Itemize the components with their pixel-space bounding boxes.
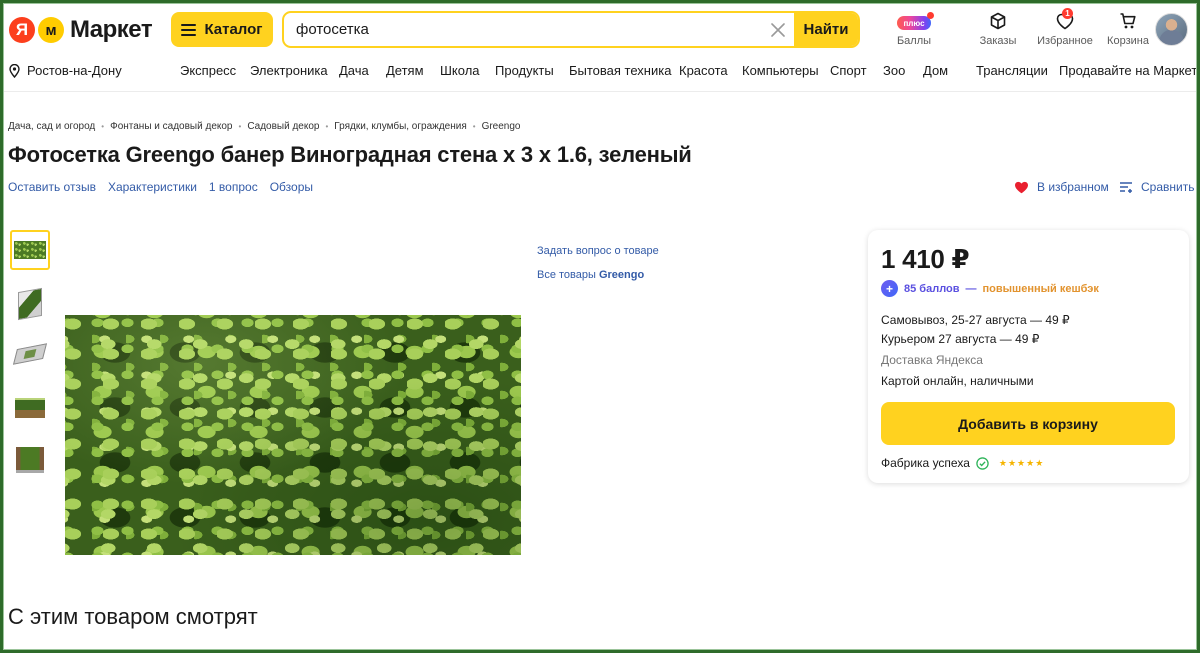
reviews-link[interactable]: Обзоры (270, 180, 313, 194)
pickup-option: Самовывоз, 25-27 августа — 49 ₽ (881, 313, 1070, 327)
nav-item[interactable]: Компьютеры (742, 63, 819, 78)
cashback-points: 85 баллов (904, 282, 960, 295)
ask-question-link[interactable]: Задать вопрос о товаре (537, 239, 659, 263)
delivery-service: Доставка Яндекса (881, 353, 983, 367)
compare-icon (1120, 182, 1132, 193)
logo[interactable]: Я м Маркет (9, 16, 153, 44)
nav-item[interactable]: Дом (923, 63, 948, 78)
breadcrumb-separator: • (472, 122, 476, 131)
breadcrumb-separator: • (325, 122, 329, 131)
questions-link[interactable]: 1 вопрос (209, 180, 258, 194)
nav-item[interactable]: Спорт (830, 63, 867, 78)
nav-item[interactable]: Зоо (883, 63, 905, 78)
favorites-count-badge: 1 (1062, 8, 1073, 19)
gallery-thumbnail-2[interactable] (10, 284, 50, 324)
nav-item[interactable]: Школа (440, 63, 480, 78)
seller-name: Фабрика успеха (881, 456, 970, 470)
cashback-label: повышенный кешбэк (982, 282, 1099, 295)
heart-filled-icon (1015, 181, 1028, 193)
favorite-toggle[interactable]: В избранном (1014, 180, 1109, 194)
nav-item[interactable]: Продукты (495, 63, 554, 78)
nav-item[interactable]: Красота (679, 63, 728, 78)
compare-label: Сравнить (1141, 180, 1195, 194)
buy-box: 1 410 ₽ + 85 баллов — повышенный кешбэк … (868, 230, 1189, 483)
location-label: Ростов-на-Дону (27, 63, 122, 78)
breadcrumb-item[interactable]: Greengo (482, 121, 521, 132)
menu-icon (181, 23, 197, 36)
payment-methods: Картой онлайн, наличными (881, 374, 1034, 388)
search-button[interactable]: Найти (794, 13, 858, 46)
breadcrumb-item[interactable]: Дача, сад и огород (8, 121, 95, 132)
breadcrumb-separator: • (101, 122, 105, 131)
plus-cashback-icon: + (881, 280, 898, 297)
product-main-photo[interactable] (65, 315, 521, 555)
favorites-label: Избранное (1037, 35, 1093, 47)
clear-search-icon[interactable] (762, 13, 794, 46)
catalog-label: Каталог (204, 21, 263, 38)
points-link[interactable]: плюс Баллы (888, 10, 940, 50)
breadcrumb: Дача, сад и огород • Фонтаны и садовый д… (8, 121, 521, 132)
add-to-cart-button[interactable]: Добавить в корзину (881, 402, 1175, 445)
seller-info[interactable]: Фабрика успеха ★ ★ ★ ★ ★ (881, 456, 1043, 470)
cart-link[interactable]: Корзина (1102, 10, 1154, 50)
market-logo-icon: м (38, 17, 64, 43)
breadcrumb-item[interactable]: Садовый декор (247, 121, 319, 132)
gallery-thumbnail-4[interactable] (10, 388, 50, 428)
location-pin-icon (9, 63, 20, 78)
breadcrumb-separator: • (238, 122, 242, 131)
breadcrumb-item[interactable]: Грядки, клумбы, ограждения (334, 121, 466, 132)
cashback-info: + 85 баллов — повышенный кешбэк (881, 280, 1099, 297)
points-label: Баллы (896, 35, 932, 47)
compare-toggle[interactable]: Сравнить (1119, 180, 1194, 194)
related-section-title: С этим товаром смотрят (8, 604, 258, 629)
nav-item[interactable]: Детям (386, 63, 424, 78)
cart-label: Корзина (1107, 35, 1149, 47)
gallery-thumbnail-5[interactable] (10, 440, 50, 480)
nav-item[interactable]: Бытовая техника (569, 63, 671, 78)
nav-item[interactable]: Электроника (250, 63, 328, 78)
verified-seller-icon (976, 456, 989, 470)
plus-points-icon: плюс (897, 12, 934, 30)
header-divider (0, 91, 1200, 92)
orders-link[interactable]: Заказы (964, 10, 1032, 50)
search-bar: Найти (282, 11, 860, 48)
gallery-thumbnail-1[interactable] (10, 230, 50, 270)
yandex-logo-icon: Я (9, 17, 35, 43)
courier-option: Курьером 27 августа — 49 ₽ (881, 332, 1040, 346)
box-icon (989, 10, 1007, 32)
cart-icon (1119, 10, 1137, 32)
search-input[interactable] (284, 13, 762, 46)
header: Я м Маркет Каталог Найти плюс Баллы Зака… (0, 0, 1200, 92)
gallery-thumbnail-3[interactable] (10, 334, 50, 374)
seller-rating-stars: ★ ★ ★ ★ ★ (998, 458, 1044, 468)
all-brand-products-link[interactable]: Все товары Greengo (537, 263, 659, 287)
nav-item[interactable]: Трансляции (976, 63, 1048, 78)
page-title: Фотосетка Greengo банер Виноградная стен… (8, 142, 692, 167)
leave-review-link[interactable]: Оставить отзыв (8, 180, 96, 194)
product-subnav: Оставить отзыв Характеристики 1 вопрос О… (8, 180, 313, 194)
orders-label: Заказы (979, 35, 1017, 47)
logo-text: Маркет (70, 16, 153, 43)
breadcrumb-item[interactable]: Фонтаны и садовый декор (110, 121, 232, 132)
product-price: 1 410 ₽ (881, 244, 970, 274)
nav-item[interactable]: Продавайте на Маркете (1059, 63, 1200, 78)
nav-item[interactable]: Экспресс (180, 63, 236, 78)
user-avatar[interactable] (1155, 13, 1188, 46)
location-selector[interactable]: Ростов-на-Дону (9, 63, 122, 78)
favorite-label: В избранном (1037, 180, 1109, 194)
nav-item[interactable]: Дача (339, 63, 369, 78)
product-links: Задать вопрос о товаре Все товары Greeng… (537, 239, 659, 287)
header-actions: плюс Баллы Заказы 1 Избранное Корзина (888, 8, 1154, 50)
specs-link[interactable]: Характеристики (108, 180, 197, 194)
catalog-button[interactable]: Каталог (171, 12, 273, 47)
favorites-link[interactable]: 1 Избранное (1036, 8, 1094, 50)
